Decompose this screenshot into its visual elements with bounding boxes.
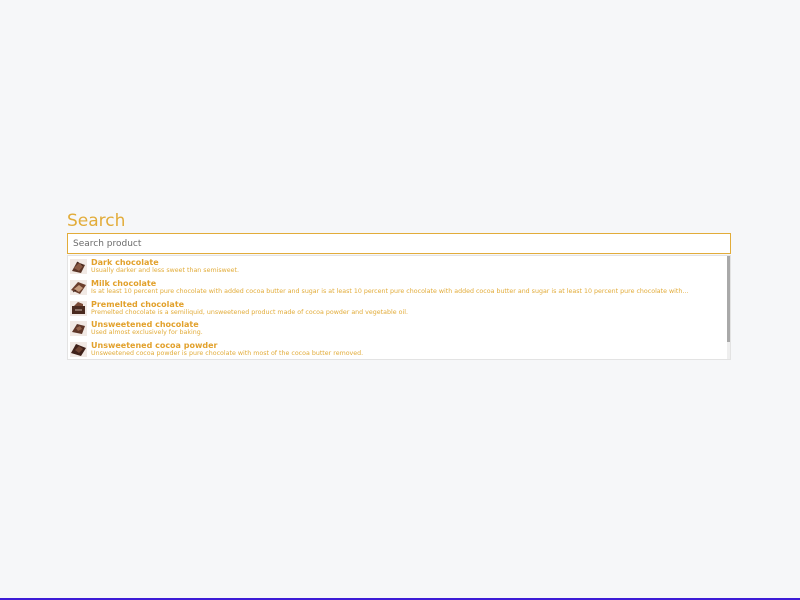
chocolate-thumbnail-icon: [70, 259, 87, 274]
results-scrollbar-thumb[interactable]: [727, 256, 730, 342]
result-description: Is at least 10 percent pure chocolate wi…: [91, 287, 689, 295]
result-name: Milk chocolate: [91, 278, 157, 288]
result-name: Unsweetened chocolate: [91, 320, 199, 330]
result-description: Unsweetened cocoa powder is pure chocola…: [91, 350, 364, 358]
chocolate-thumbnail-icon: [70, 321, 87, 337]
result-item-unsweetened-cocoa-powder[interactable]: Unsweetened cocoa powder Unsweetened coc…: [68, 339, 726, 359]
results-scrollbar[interactable]: [727, 256, 730, 359]
result-description: Usually darker and less sweet than semis…: [91, 267, 239, 274]
result-description: Used almost exclusively for baking.: [91, 329, 203, 337]
search-input[interactable]: [67, 233, 731, 254]
search-results-dropdown: Dark chocolate Usually darker and less s…: [67, 255, 731, 360]
result-item-milk-chocolate[interactable]: Milk chocolate Is at least 10 percent pu…: [68, 277, 726, 298]
result-name: Unsweetened cocoa powder: [91, 341, 218, 351]
search-results-list: Dark chocolate Usually darker and less s…: [68, 256, 726, 359]
result-name: Premelted chocolate: [91, 299, 185, 309]
result-item-unsweetened-chocolate[interactable]: Unsweetened chocolate Used almost exclus…: [68, 318, 726, 339]
search-component: Search Dark chocolate Usually darker and…: [67, 210, 731, 360]
result-item-premelted-chocolate[interactable]: Premelted chocolate Premelted chocolate …: [68, 298, 726, 319]
result-description: Premelted chocolate is a semiliquid, uns…: [91, 308, 408, 316]
result-item-dark-chocolate[interactable]: Dark chocolate Usually darker and less s…: [68, 256, 726, 277]
chocolate-thumbnail-icon: [70, 342, 87, 358]
result-name: Dark chocolate: [91, 258, 159, 267]
chocolate-thumbnail-icon: [70, 300, 87, 316]
chocolate-thumbnail-icon: [70, 279, 87, 295]
search-title: Search: [67, 211, 126, 231]
